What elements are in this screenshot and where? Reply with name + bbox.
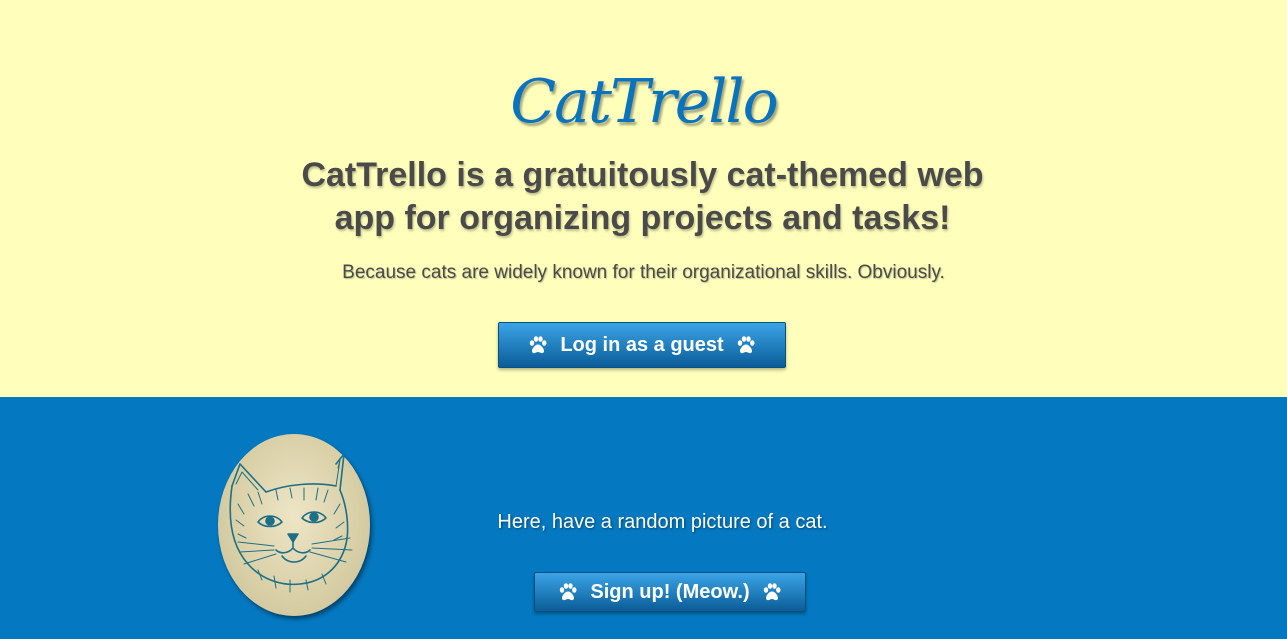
sign-up-button[interactable]: Sign up! (Meow.)	[534, 572, 806, 612]
headline: CatTrello is a gratuitously cat-themed w…	[301, 156, 984, 237]
logo: CatTrello	[510, 67, 779, 137]
log-in-as-guest-label: Log in as a guest	[560, 333, 724, 356]
log-in-as-guest-button[interactable]: Log in as a guest	[498, 322, 786, 368]
paw-icon	[558, 582, 578, 602]
tagline: Because cats are widely known for their …	[342, 262, 945, 283]
cat-caption: Here, have a random picture of a cat.	[497, 511, 828, 533]
cat-sketch-image	[218, 434, 370, 616]
sign-up-label: Sign up! (Meow.)	[590, 580, 750, 603]
paw-icon	[528, 335, 548, 355]
paw-icon	[762, 582, 782, 602]
paw-icon	[736, 335, 756, 355]
hero-section: CatTrello CatTrello is a gratuitously ca…	[0, 0, 1287, 397]
